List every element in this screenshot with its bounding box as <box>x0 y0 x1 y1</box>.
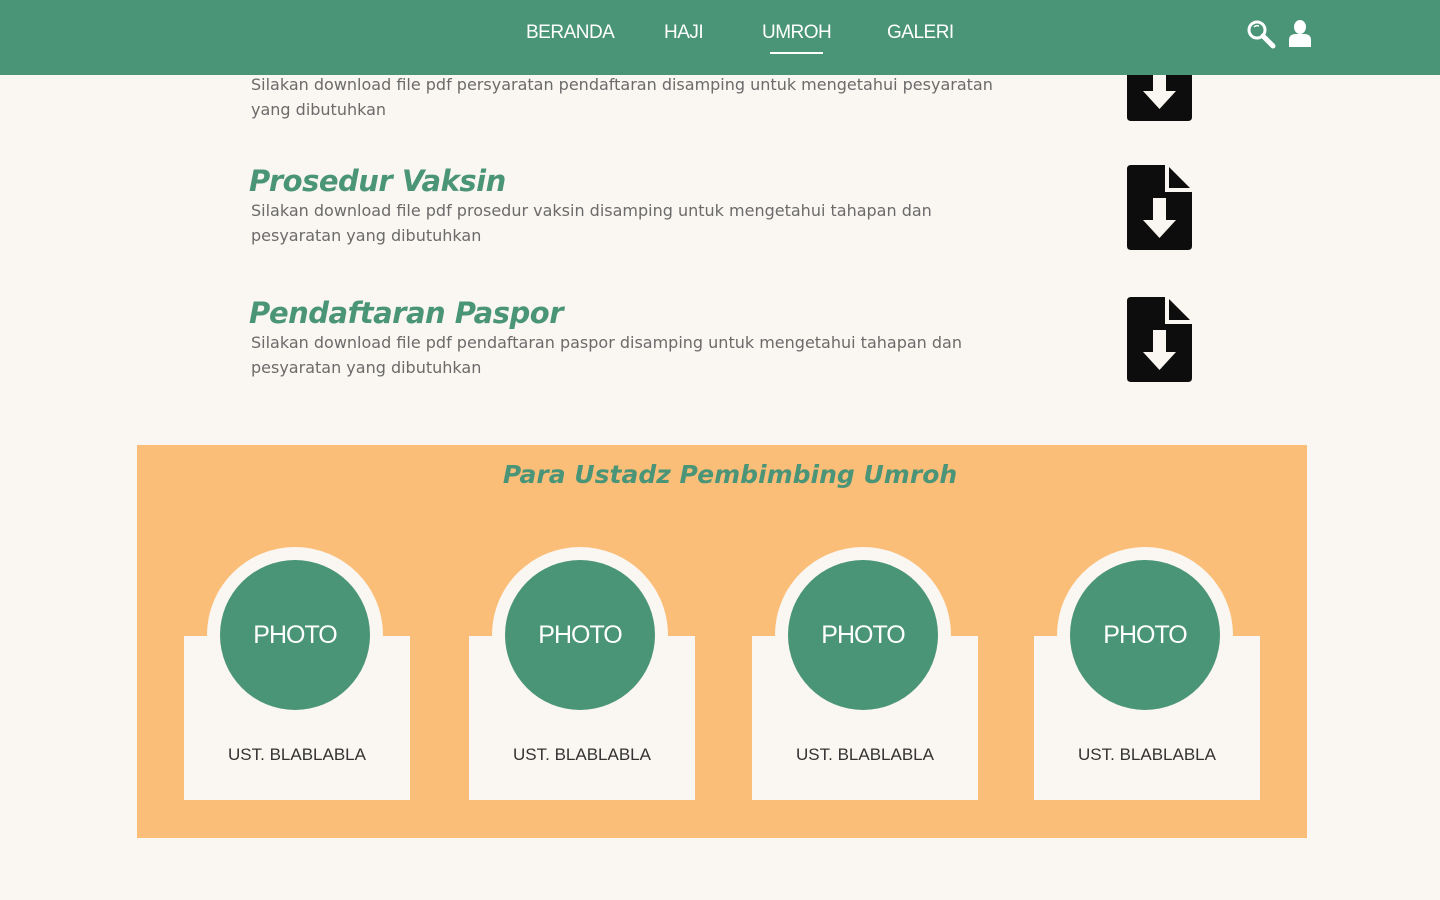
doc-title: Pendaftaran Paspor <box>249 296 564 330</box>
nav-item-umroh[interactable]: UMROH <box>762 22 832 54</box>
ustadz-card: PHOTO UST. BLABLABLA <box>1034 547 1260 800</box>
ustadz-name: UST. BLABLABLA <box>1078 745 1216 764</box>
doc-description: Silakan download file pdf pendaftaran pa… <box>251 333 962 377</box>
nav-item-beranda[interactable]: BERANDA <box>526 22 615 44</box>
ustadz-name: UST. BLABLABLA <box>796 745 934 764</box>
ustadz-card: PHOTO UST. BLABLABLA <box>184 547 410 800</box>
doc-item-persyaratan: Silakan download file pdf persyaratan pe… <box>249 72 1011 122</box>
nav-item-galeri[interactable]: GALERI <box>887 22 954 44</box>
file-download-icon <box>1127 165 1192 250</box>
ustadz-card: PHOTO UST. BLABLABLA <box>752 547 978 800</box>
download-prosedur-vaksin-button[interactable] <box>1127 165 1192 250</box>
doc-description: Silakan download file pdf persyaratan pe… <box>251 75 993 119</box>
nav-menu: BERANDA HAJI UMROH GALERI <box>0 0 1440 75</box>
ustadz-name: UST. BLABLABLA <box>513 745 651 764</box>
doc-title: Prosedur Vaksin <box>249 164 506 198</box>
doc-item-pendaftaran-paspor: Pendaftaran Paspor Silakan download file… <box>249 296 1011 380</box>
ustadz-section-title: Para Ustadz Pembimbing Umroh <box>502 460 958 489</box>
file-download-icon <box>1127 297 1192 382</box>
search-icon <box>1247 20 1276 49</box>
nav-item-haji[interactable]: HAJI <box>664 22 704 44</box>
photo-placeholder: PHOTO <box>220 560 370 710</box>
photo-placeholder: PHOTO <box>505 560 655 710</box>
search-button[interactable] <box>1246 19 1276 49</box>
ustadz-name: UST. BLABLABLA <box>228 745 366 764</box>
doc-item-prosedur-vaksin: Prosedur Vaksin Silakan download file pd… <box>249 164 1011 248</box>
photo-placeholder: PHOTO <box>788 560 938 710</box>
ustadz-card: PHOTO UST. BLABLABLA <box>469 547 695 800</box>
download-pendaftaran-paspor-button[interactable] <box>1127 297 1192 382</box>
photo-placeholder: PHOTO <box>1070 560 1220 710</box>
user-icon <box>1289 20 1311 47</box>
account-button[interactable] <box>1286 19 1316 49</box>
doc-description: Silakan download file pdf prosedur vaksi… <box>251 201 932 245</box>
top-navbar: BERANDA HAJI UMROH GALERI <box>0 0 1440 75</box>
